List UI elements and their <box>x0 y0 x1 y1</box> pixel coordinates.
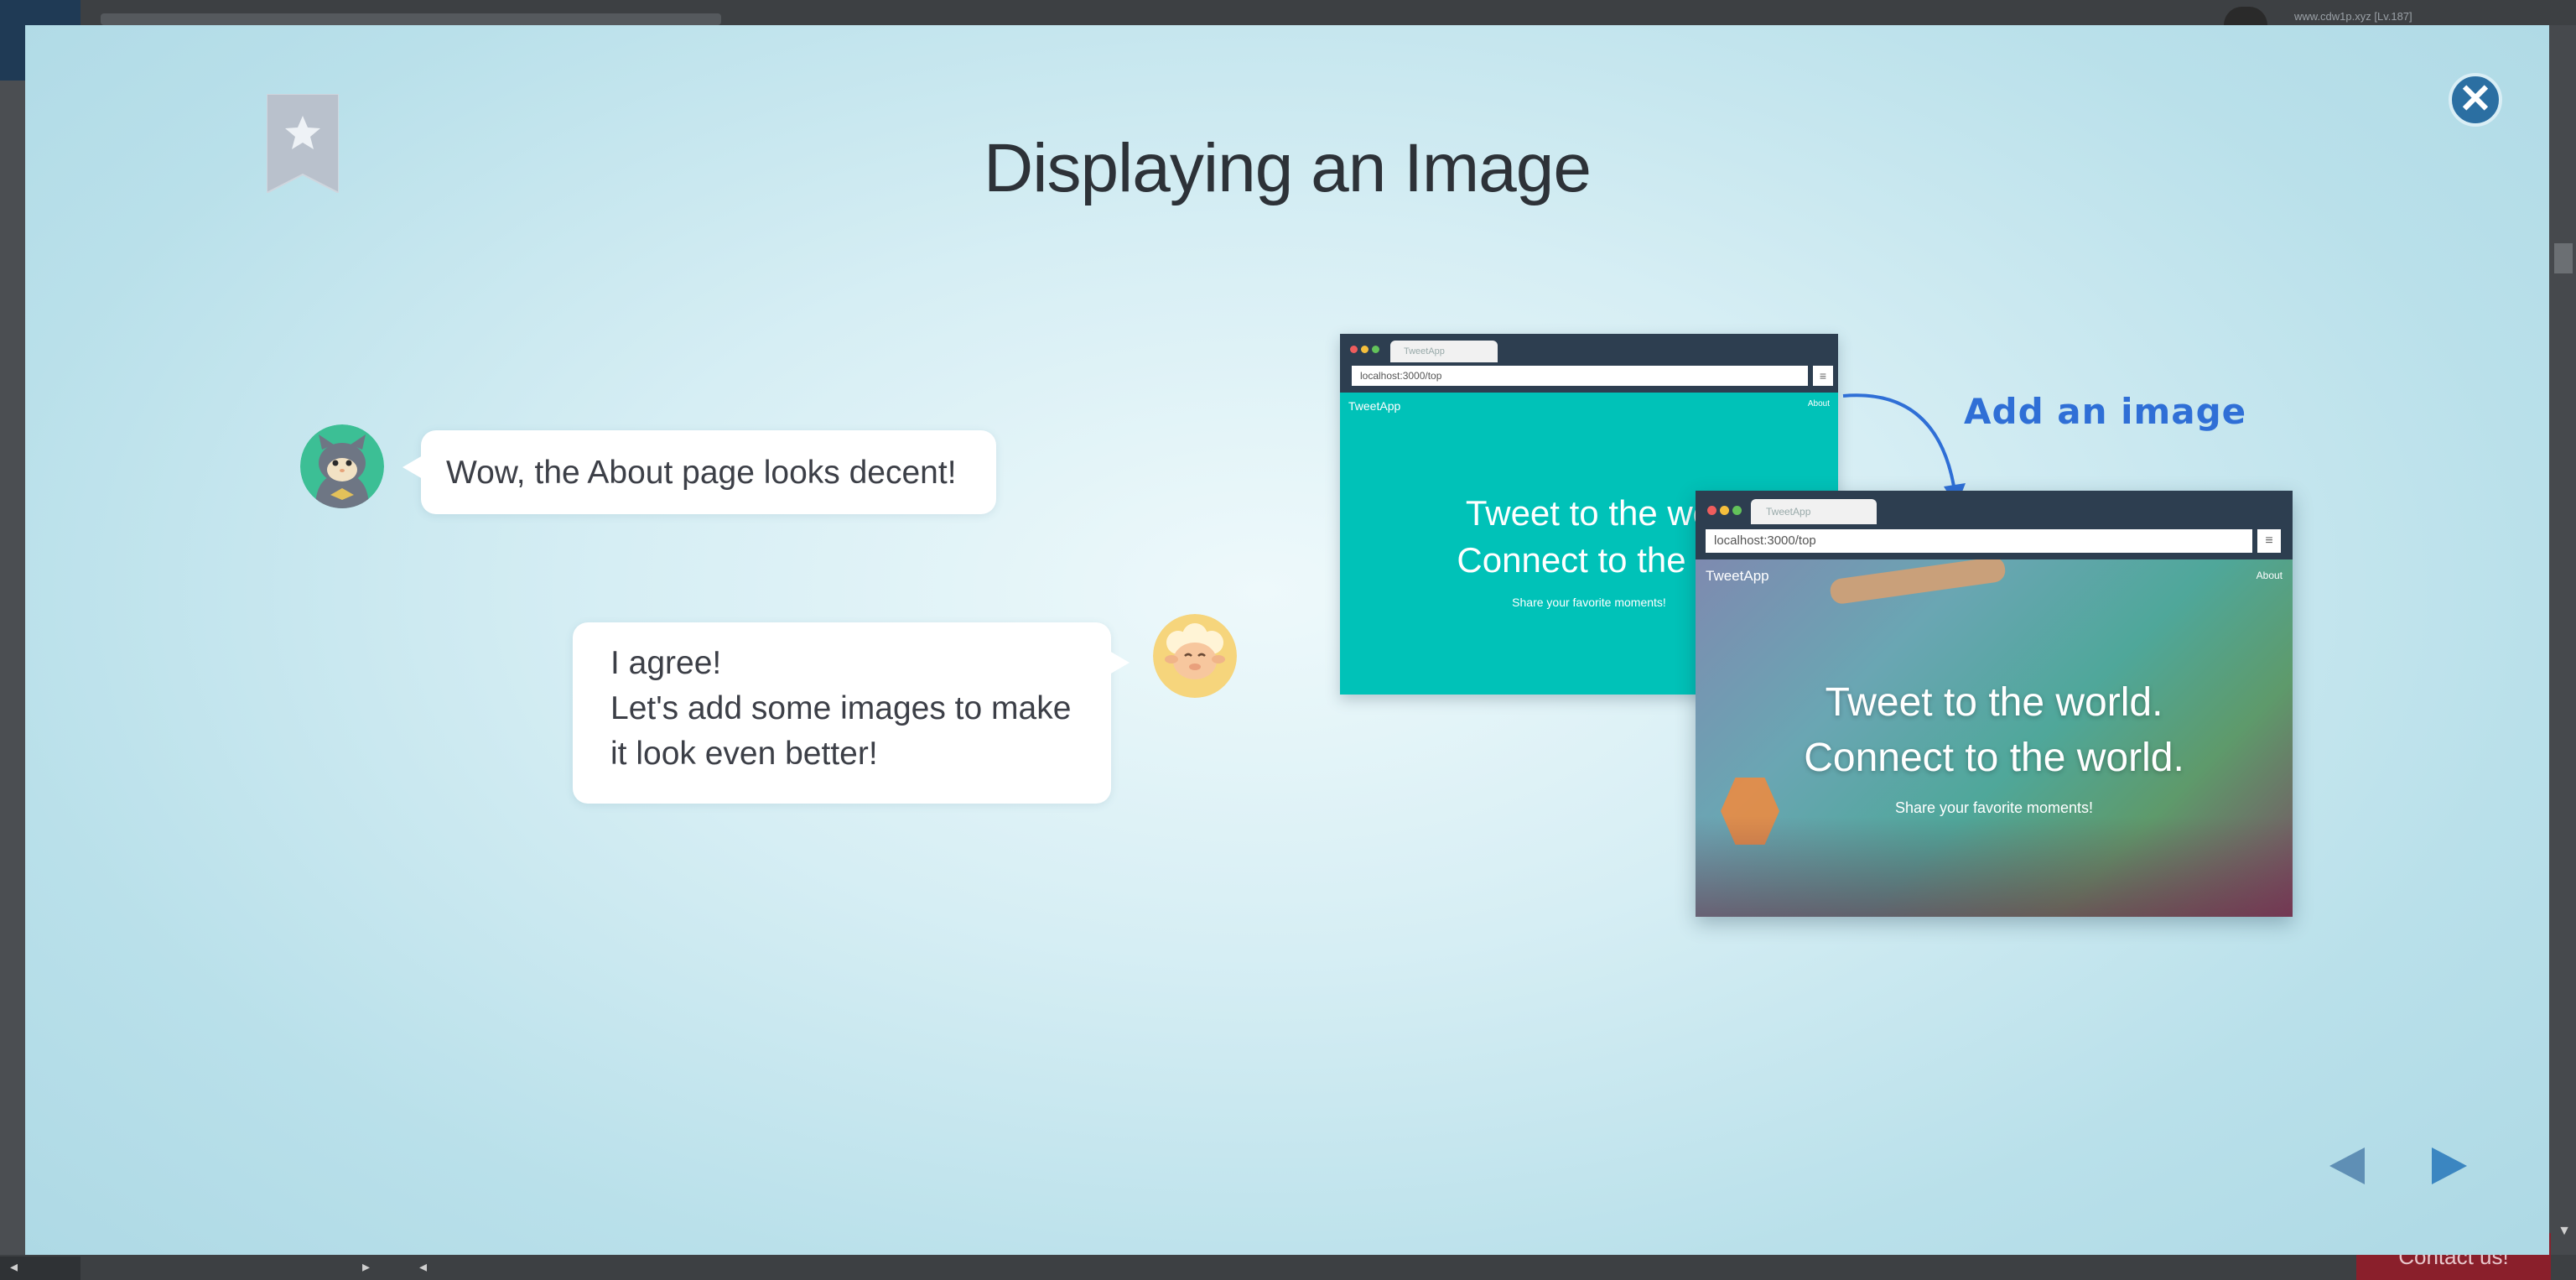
chat-bubble-sheep: I agree! Let's add some images to make i… <box>573 622 1130 804</box>
background-user-name: www.cdw1p.xyz [Lv.187] <box>2294 10 2412 23</box>
chat-message-cat: Wow, the About page looks decent! <box>446 455 957 491</box>
sheep-avatar <box>1153 614 1237 698</box>
background-scrollbar[interactable] <box>2549 25 2576 1255</box>
background-bottom-bar <box>0 1255 2576 1280</box>
address-bar: localhost:3000/top <box>1352 366 1808 386</box>
chat-message-sheep-line: it look even better! <box>610 736 878 772</box>
window-minimize-dot-icon <box>1361 346 1368 353</box>
page-brand: TweetApp <box>1348 399 1401 413</box>
window-close-dot-icon <box>1350 346 1358 353</box>
background-scrollbar-thumb[interactable] <box>2554 243 2573 273</box>
browser-tab-label: TweetApp <box>1404 346 1445 356</box>
browser-mockup-after: TweetApp localhost:3000/top ≡ TweetApp A… <box>1696 491 2293 917</box>
cat-avatar <box>300 424 384 508</box>
next-slide-button[interactable] <box>2423 1141 2474 1191</box>
hero-subtitle: Share your favorite moments! <box>1894 799 2094 816</box>
menu-icon: ≡ <box>1813 366 1833 386</box>
slide-modal: ✕ Displaying an Image Wow, the About pag… <box>25 25 2549 1255</box>
background-search-bar <box>101 13 721 25</box>
close-button[interactable]: ✕ <box>2449 73 2502 127</box>
browser-page-with-image: TweetApp About Tweet to the world. Conne… <box>1696 559 2293 917</box>
hero-title: Tweet to the world. Connect to the world… <box>1696 675 2293 786</box>
chat-bubble-cat: Wow, the About page looks decent! <box>402 430 996 514</box>
bubble-tail <box>402 455 423 479</box>
scroll-down-arrow-icon[interactable]: ▼ <box>2558 1225 2571 1238</box>
slide-title: Displaying an Image <box>984 130 1592 206</box>
page-nav-about: About <box>1807 399 1830 408</box>
menu-icon: ≡ <box>2257 529 2281 553</box>
window-minimize-dot-icon <box>1720 506 1729 515</box>
close-icon: ✕ <box>2458 77 2493 122</box>
browser-tab-label: TweetApp <box>1766 506 1811 518</box>
scroll-right-arrow-icon[interactable]: ▸ <box>362 1258 370 1276</box>
chat-message-sheep-line: Let's add some images to make <box>610 690 1072 726</box>
bubble-tail <box>1109 651 1130 674</box>
window-maximize-dot-icon <box>1732 506 1742 515</box>
previous-slide-button[interactable] <box>2323 1141 2373 1191</box>
hero-image-overlay <box>1696 816 2293 917</box>
page-nav-about: About <box>2256 570 2283 581</box>
hero-title-line: Tweet to the world. <box>1825 680 2163 725</box>
page-brand: TweetApp <box>1706 568 1769 584</box>
browser-chrome: TweetApp localhost:3000/top ≡ <box>1696 491 2293 559</box>
annotation-label: Add an image <box>1964 391 2247 432</box>
window-close-dot-icon <box>1707 506 1716 515</box>
address-bar: localhost:3000/top <box>1706 529 2252 553</box>
hero-title-line: Connect to the world. <box>1804 736 2184 780</box>
browser-tab: TweetApp <box>1390 341 1498 362</box>
hero-image-arm <box>1828 559 2007 606</box>
scroll-left-arrow-icon[interactable]: ◂ <box>419 1258 427 1276</box>
browser-tab: TweetApp <box>1751 499 1877 524</box>
browser-chrome: TweetApp localhost:3000/top ≡ <box>1340 334 1838 393</box>
scroll-left-arrow-icon[interactable]: ◂ <box>10 1258 18 1276</box>
chat-message-sheep-line: I agree! <box>610 645 722 681</box>
window-maximize-dot-icon <box>1372 346 1379 353</box>
